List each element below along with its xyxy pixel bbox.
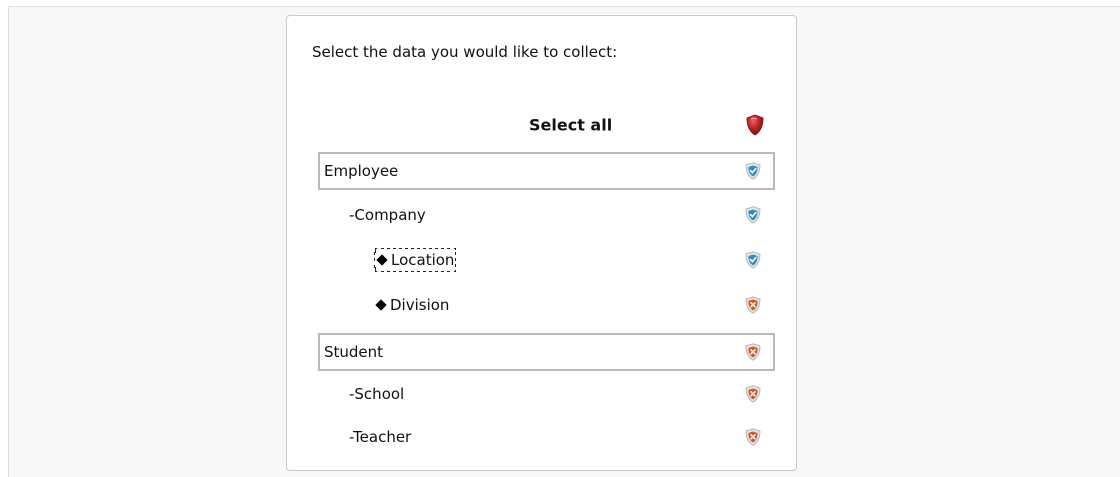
select-all-label: Select all — [529, 115, 613, 135]
shield-x-icon[interactable] — [745, 385, 761, 403]
shield-check-icon[interactable] — [745, 206, 761, 224]
tree-row-employee[interactable]: Employee — [318, 152, 775, 190]
item-label-text: -Teacher — [349, 428, 412, 446]
item-text: Division — [375, 296, 450, 314]
item-text: Student — [324, 343, 383, 361]
tree-row-location[interactable]: Location — [318, 241, 775, 279]
shield-x-icon[interactable] — [745, 428, 761, 446]
select-all-row[interactable]: Select all — [318, 106, 775, 144]
item-text: -Teacher — [349, 428, 411, 446]
tree-row-company[interactable]: -Company — [318, 196, 775, 234]
item-text: Employee — [324, 162, 398, 180]
shield-check-icon[interactable] — [745, 251, 761, 269]
tree-row-label: -School — [349, 385, 404, 403]
item-text: -School — [349, 385, 404, 403]
shield-x-icon[interactable] — [745, 296, 761, 314]
tree-row-division[interactable]: Division — [318, 286, 775, 324]
item-text: -Company — [349, 206, 426, 224]
tree-row-label: -Company — [349, 206, 426, 224]
item-label-text: Employee — [324, 162, 399, 180]
diamond-bullet-icon — [375, 299, 387, 311]
tree-row-label: Division — [375, 296, 450, 314]
tree-row-label: Employee — [324, 162, 398, 180]
shield-x-icon[interactable] — [745, 343, 761, 361]
shield-check-icon[interactable] — [745, 162, 761, 180]
shield-red-icon[interactable] — [745, 114, 765, 136]
tree-row-label: -Teacher — [349, 428, 411, 446]
tree-row-teacher[interactable]: -Teacher — [318, 418, 775, 456]
tree-row-label: Student — [324, 343, 383, 361]
item-label-text: Division — [390, 296, 450, 314]
diamond-bullet-icon — [376, 254, 388, 266]
item-label-text: -Company — [349, 206, 426, 224]
focused-item-text: Location — [374, 248, 457, 272]
prompt-text: Select the data you would like to collec… — [312, 43, 618, 61]
tree-row-student[interactable]: Student — [318, 333, 775, 371]
item-label-text: Location — [391, 251, 455, 269]
item-label-text: -School — [349, 385, 405, 403]
item-label-text: Student — [324, 343, 384, 361]
tree-row-school[interactable]: -School — [318, 375, 775, 413]
tree-row-label: Location — [374, 248, 457, 272]
